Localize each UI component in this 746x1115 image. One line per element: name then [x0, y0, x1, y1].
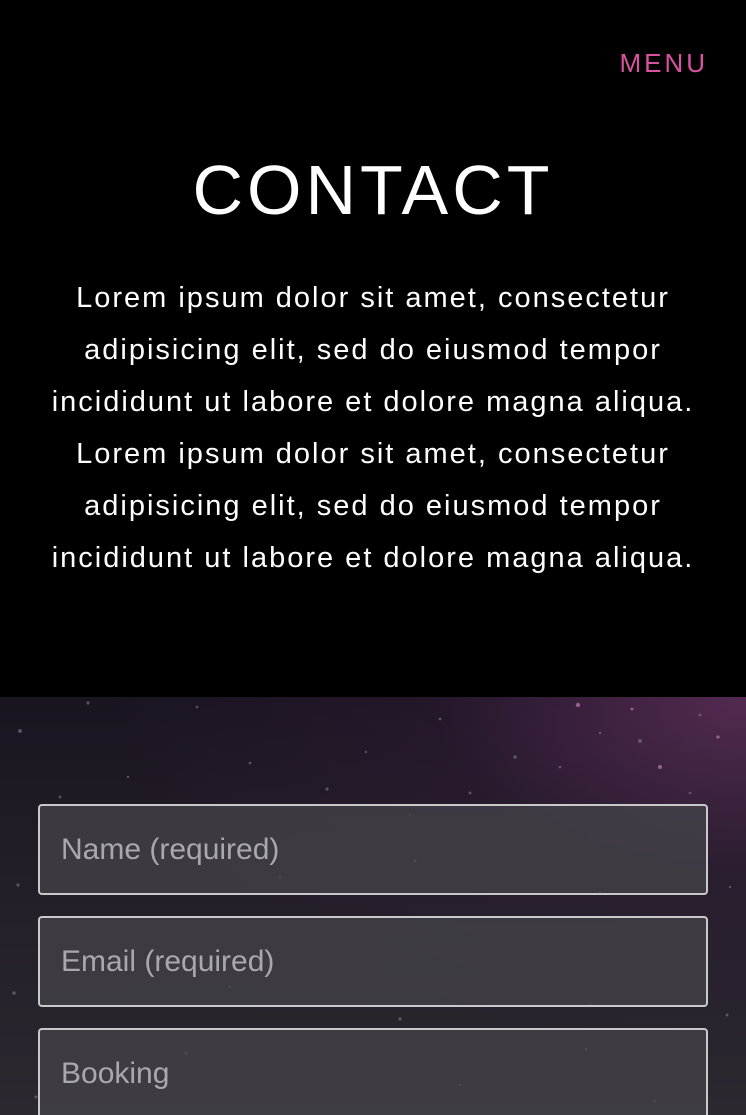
- email-field[interactable]: [38, 916, 708, 1007]
- page-title: CONTACT: [192, 151, 554, 229]
- name-field[interactable]: [38, 804, 708, 895]
- contact-form-section: [0, 697, 746, 1115]
- contact-page: MENU CONTACT Lorem ipsum dolor sit amet,…: [0, 0, 746, 1115]
- menu-button[interactable]: MENU: [619, 48, 708, 78]
- intro-paragraph: Lorem ipsum dolor sit amet, consectetur …: [51, 282, 695, 574]
- booking-field[interactable]: [38, 1028, 708, 1115]
